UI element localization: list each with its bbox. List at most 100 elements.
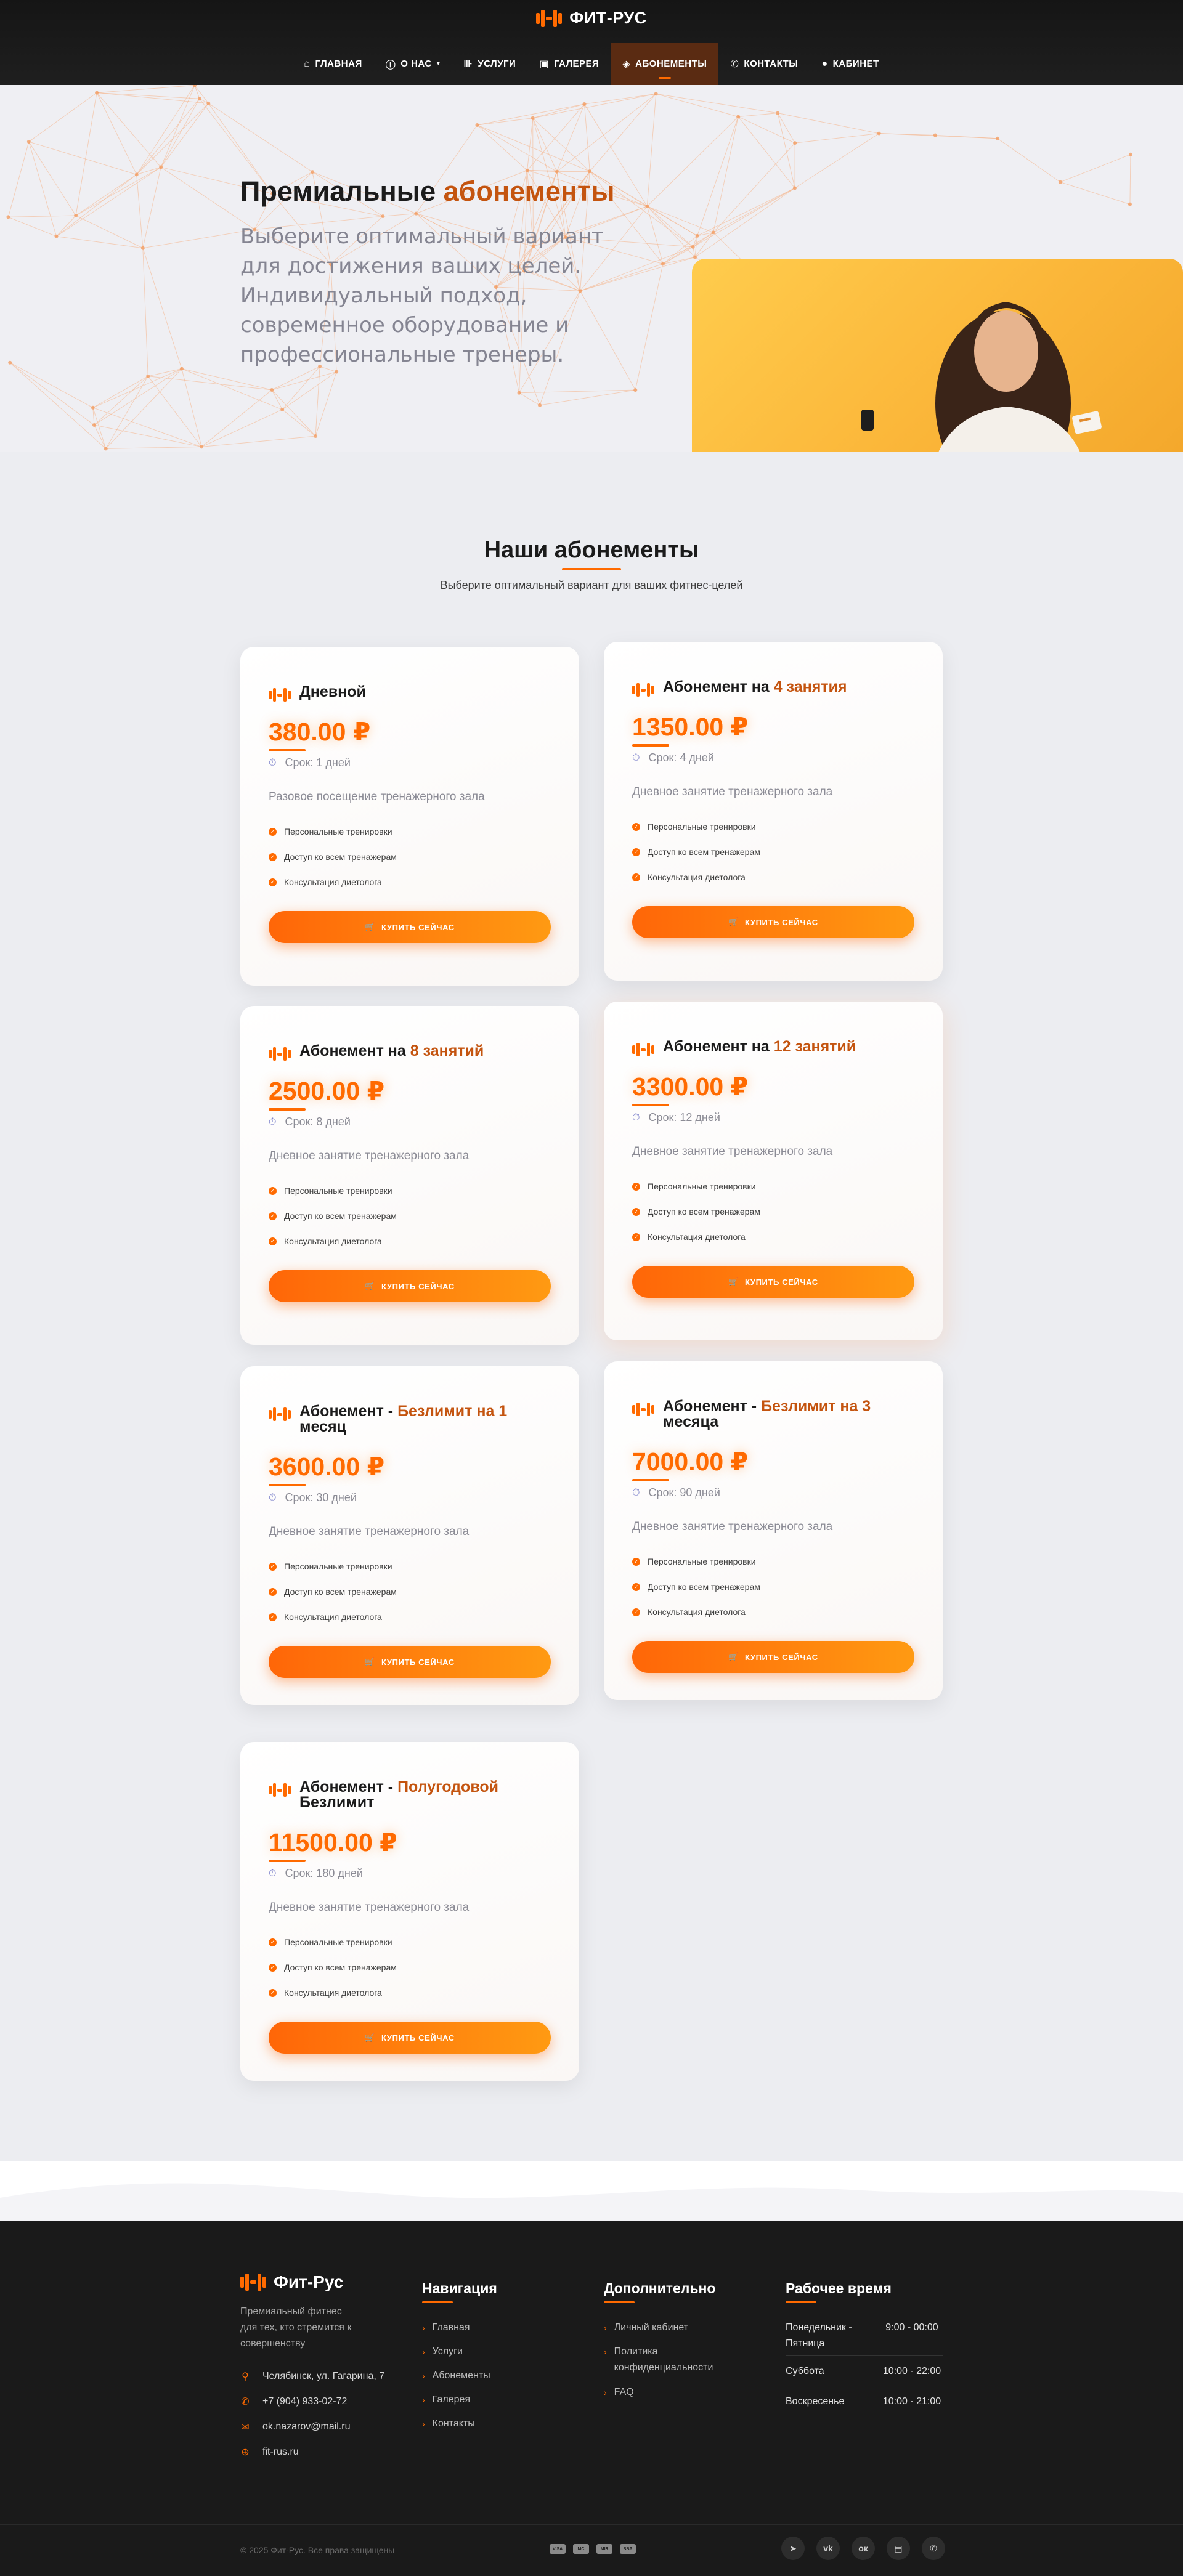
nav-item-6[interactable]: ● КАБИНЕТ bbox=[810, 43, 890, 85]
nav-item-0[interactable]: ⌂ ГЛАВНАЯ bbox=[292, 43, 373, 85]
plan-price: 2500.00 ₽ bbox=[269, 1077, 385, 1105]
plan-term-text: Срок: 90 дней bbox=[648, 1486, 720, 1499]
footer-link[interactable]: › FAQ bbox=[604, 2384, 731, 2400]
footer-wave bbox=[0, 2161, 1183, 2222]
plan-term-text: Срок: 8 дней bbox=[285, 1116, 351, 1128]
nav-item-4[interactable]: ◈ АБОНЕМЕНТЫ bbox=[611, 43, 719, 85]
main-nav: ⌂ ГЛАВНАЯ ⓘ О НАС ▾ ⊪ УСЛУГИ ▣ ГАЛЕРЕЯ ◈ АБОНЕМЕНТ… bbox=[0, 43, 1183, 85]
plan-feature: ✓ Персональные тренировки bbox=[632, 1181, 756, 1191]
footer-contact[interactable]: ✆ +7 (904) 933-02-72 bbox=[240, 2396, 347, 2408]
plan-title-text: Абонемент - bbox=[299, 1778, 398, 1796]
plan-feature-text: Доступ ко всем тренажерам bbox=[648, 847, 760, 857]
footer-contact[interactable]: ✉ ok.nazarov@mail.ru bbox=[240, 2421, 351, 2433]
plan-card-header: Абонемент - Полугодовой Безлимит bbox=[269, 1780, 552, 1810]
nav-item-3[interactable]: ▣ ГАЛЕРЕЯ bbox=[527, 43, 611, 85]
footer-contact[interactable]: ⊕ fit-rus.ru bbox=[240, 2446, 298, 2458]
footer-logo[interactable]: Фит-Рус bbox=[240, 2272, 343, 2292]
plan-feature-text: Консультация диетолога bbox=[648, 1607, 746, 1617]
plan-feature-text: Консультация диетолога bbox=[648, 1232, 746, 1242]
social-links: ➤ vk ок ▤ ✆ bbox=[781, 2537, 945, 2560]
site-header: ФИТ-РУС ⌂ ГЛАВНАЯ ⓘ О НАС ▾ ⊪ УСЛУГИ ▣ ГАЛЕРЕЯ ◈ А… bbox=[0, 0, 1183, 85]
plan-card-header: Абонемент - Безлимит на 3 месяца bbox=[632, 1399, 916, 1430]
footer-link[interactable]: › Главная bbox=[422, 2320, 470, 2336]
vk-icon[interactable]: vk bbox=[816, 2537, 840, 2560]
stopwatch-icon: ⏱ bbox=[269, 757, 277, 768]
check-circle-icon: ✓ bbox=[269, 827, 277, 836]
plan-term: ⏱ Срок: 1 дней bbox=[269, 756, 351, 769]
buy-now-button[interactable]: 🛒 КУПИТЬ СЕЙЧАС bbox=[269, 1270, 551, 1302]
plan-feature: ✓ Персональные тренировки bbox=[269, 1561, 392, 1571]
check-circle-icon: ✓ bbox=[632, 1182, 640, 1191]
section-subtitle: Выберите оптимальный вариант для ваших ф… bbox=[440, 579, 743, 591]
plan-feature-text: Персональные тренировки bbox=[648, 1557, 756, 1566]
footer-link-text: FAQ bbox=[614, 2387, 634, 2397]
plan-feature: ✓ Персональные тренировки bbox=[632, 822, 756, 832]
check-circle-icon: ✓ bbox=[269, 1938, 277, 1946]
plan-feature: ✓ Консультация диетолога bbox=[269, 1988, 382, 1998]
plan-feature: ✓ Консультация диетолога bbox=[632, 872, 746, 882]
buy-now-button[interactable]: 🛒 КУПИТЬ СЕЙЧАС bbox=[269, 911, 551, 943]
plan-feature: ✓ Консультация диетолога bbox=[269, 1612, 382, 1622]
buy-now-button[interactable]: 🛒 КУПИТЬ СЕЙЧАС bbox=[632, 1266, 914, 1298]
plan-price: 3300.00 ₽ bbox=[632, 1072, 749, 1101]
payment-card-icon: SBP bbox=[620, 2544, 636, 2554]
plan-feature: ✓ Консультация диетолога bbox=[269, 877, 382, 887]
whatsapp-icon[interactable]: ✆ bbox=[922, 2537, 945, 2560]
footer-link[interactable]: › Абонементы bbox=[422, 2368, 490, 2384]
price-underline bbox=[632, 1104, 669, 1106]
stopwatch-icon: ⏱ bbox=[632, 752, 640, 763]
odnoklassniki-icon[interactable]: ок bbox=[852, 2537, 875, 2560]
plan-card: Абонемент на 12 занятий 3300.00 ₽ ⏱ Срок: 1… bbox=[604, 1002, 943, 1340]
footer-link[interactable]: › Услуги bbox=[422, 2344, 463, 2360]
check-circle-icon: ✓ bbox=[269, 1587, 277, 1596]
price-underline bbox=[269, 1860, 306, 1862]
nav-item-5[interactable]: ✆ КОНТАКТЫ bbox=[718, 43, 810, 85]
footer-link[interactable]: › Личный кабинет bbox=[604, 2320, 731, 2336]
nav-item-1[interactable]: ⓘ О НАС ▾ bbox=[374, 43, 452, 85]
dumbbell-icon bbox=[632, 1043, 654, 1056]
plan-card: Абонемент - Безлимит на 1 месяц 3600.00 ₽ ⏱… bbox=[240, 1366, 579, 1705]
copyright: © 2025 Фит-Рус. Все права защищены bbox=[240, 2545, 395, 2555]
plan-feature: ✓ Консультация диетолога bbox=[269, 1236, 382, 1246]
price-underline bbox=[632, 744, 669, 747]
plan-feature: ✓ Доступ ко всем тренажерам bbox=[269, 1962, 397, 1972]
plan-feature-text: Доступ ко всем тренажерам bbox=[284, 852, 397, 862]
logo[interactable]: ФИТ-РУС bbox=[0, 9, 1183, 28]
telegram-icon[interactable]: ➤ bbox=[781, 2537, 805, 2560]
hours-row: Понедельник - Пятница 9:00 - 00:00 bbox=[786, 2320, 943, 2352]
payment-card-icon: VISA bbox=[550, 2544, 566, 2554]
payment-card-icon: MC bbox=[573, 2544, 589, 2554]
buy-now-button[interactable]: 🛒 КУПИТЬ СЕЙЧАС bbox=[632, 906, 914, 938]
buy-now-button[interactable]: 🛒 КУПИТЬ СЕЙЧАС bbox=[269, 2022, 551, 2054]
plan-description: Дневное занятие тренажерного зала bbox=[632, 785, 833, 798]
footer-link[interactable]: › Галерея bbox=[422, 2392, 470, 2408]
chevron-right-icon: › bbox=[422, 2323, 425, 2333]
plan-title-accent: Безлимит на 1 bbox=[397, 1403, 508, 1420]
plan-title-text: Абонемент на bbox=[663, 1038, 774, 1055]
footer-link-text: Абонементы bbox=[432, 2370, 490, 2381]
plan-title-accent: Безлимит на 3 bbox=[761, 1398, 871, 1415]
cart-icon: 🛒 bbox=[365, 1281, 376, 1290]
plan-term-text: Срок: 180 дней bbox=[285, 1867, 363, 1879]
buy-now-button[interactable]: 🛒 КУПИТЬ СЕЙЧАС bbox=[632, 1641, 914, 1673]
check-circle-icon: ✓ bbox=[269, 878, 277, 886]
payment-methods: VISA MC MIR SBP bbox=[550, 2544, 636, 2554]
hours-day: Суббота bbox=[786, 2366, 824, 2376]
check-circle-icon: ✓ bbox=[632, 873, 640, 881]
footer-extra-underline bbox=[604, 2301, 635, 2303]
nav-item-2[interactable]: ⊪ УСЛУГИ bbox=[452, 43, 527, 85]
footer-link[interactable]: › Политика конфиденциальности bbox=[604, 2344, 731, 2376]
plan-title-text: Абонемент - bbox=[663, 1398, 762, 1415]
chevron-right-icon: › bbox=[422, 2395, 425, 2405]
footer-contact-text: +7 (904) 933-02-72 bbox=[262, 2396, 348, 2407]
price-underline bbox=[269, 749, 306, 751]
footer-link[interactable]: › Контакты bbox=[422, 2416, 475, 2432]
plan-title-accent: 12 занятий bbox=[773, 1038, 856, 1055]
user-icon: ● bbox=[821, 58, 828, 69]
twitch-icon[interactable]: ▤ bbox=[887, 2537, 910, 2560]
cart-icon: 🛒 bbox=[728, 1652, 739, 1661]
footer-contact-text: ok.nazarov@mail.ru bbox=[262, 2421, 351, 2432]
hours-divider bbox=[786, 2355, 943, 2356]
buy-now-button[interactable]: 🛒 КУПИТЬ СЕЙЧАС bbox=[269, 1646, 551, 1678]
check-circle-icon: ✓ bbox=[632, 1582, 640, 1591]
